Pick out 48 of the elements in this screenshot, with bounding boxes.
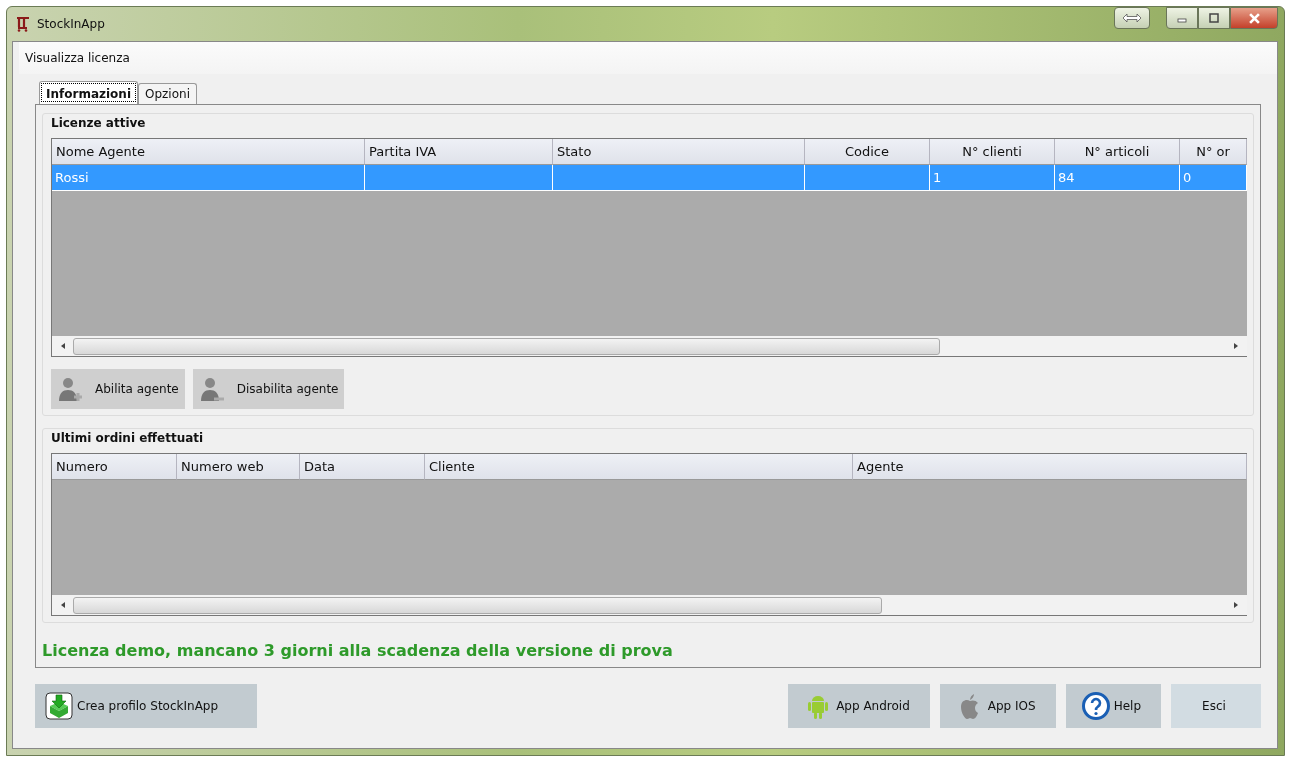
scroll-right-icon[interactable] (1234, 602, 1238, 608)
column-header[interactable]: Nome Agente (52, 139, 365, 165)
button[interactable]: Esci (1171, 684, 1261, 728)
button[interactable]: Disabilita agente (192, 369, 345, 409)
table-cell: 84 (1058, 170, 1075, 185)
table-cell: Rossi (55, 170, 89, 185)
scroll-left-icon[interactable] (61, 343, 65, 349)
help-icon (1081, 692, 1110, 720)
scroll-left-icon[interactable] (61, 602, 65, 608)
button[interactable]: App IOS (939, 684, 1056, 728)
button[interactable]: Help (1065, 684, 1161, 728)
maximize-button[interactable] (1198, 7, 1230, 29)
button[interactable]: App Android (788, 684, 930, 728)
column-header[interactable]: Codice (805, 139, 930, 165)
table-cell: 0 (1183, 170, 1192, 185)
person-add-icon (57, 375, 85, 403)
double-arrow-icon (1122, 13, 1142, 23)
close-icon (1248, 12, 1260, 24)
close-button[interactable] (1230, 7, 1278, 29)
window-title: StockInApp (37, 17, 105, 31)
column-header[interactable]: N° articoli (1055, 139, 1180, 165)
scrollbar-thumb[interactable] (73, 596, 883, 614)
scroll-right-icon[interactable] (1234, 343, 1238, 349)
button[interactable]: Crea profilo StockInApp (35, 684, 257, 728)
cart-icon (15, 16, 31, 32)
menu-item[interactable]: Visualizza licenza (22, 49, 133, 67)
tab[interactable]: Informazioni (39, 81, 138, 104)
column-header[interactable]: Agente (853, 454, 1247, 480)
table-cell: 1 (933, 170, 942, 185)
license-notice: Licenza demo, mancano 3 giorni alla scadenza della versione di prova (42, 641, 674, 660)
button[interactable]: Abilita agente (51, 369, 185, 409)
box-download-icon (45, 692, 73, 720)
column-header[interactable]: N° clienti (930, 139, 1055, 165)
column-header[interactable]: Partita IVA (365, 139, 553, 165)
column-header[interactable]: N° or (1180, 139, 1247, 165)
column-header[interactable]: Data (300, 454, 425, 480)
column-header[interactable]: Cliente (425, 454, 853, 480)
person-remove-icon (198, 375, 227, 403)
resize-button[interactable] (1114, 7, 1150, 29)
minimize-button[interactable] (1166, 7, 1198, 29)
column-header[interactable]: Numero web (177, 454, 300, 480)
group-title: Licenze attive (51, 116, 146, 130)
column-header[interactable]: Stato (553, 139, 805, 165)
scrollbar-thumb[interactable] (73, 337, 940, 355)
group-title: Ultimi ordini effettuati (51, 431, 204, 445)
maximize-icon (1209, 13, 1219, 23)
tab[interactable]: Opzioni (138, 83, 197, 104)
column-header[interactable]: Numero (52, 454, 177, 480)
